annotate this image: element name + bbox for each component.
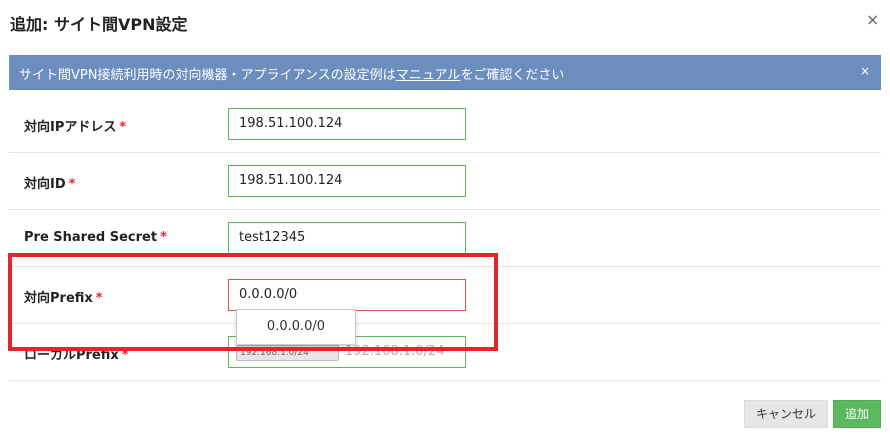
remote-id-label: 対向ID *	[24, 173, 75, 192]
required-mark: *	[121, 348, 129, 363]
add-button[interactable]: 追加	[833, 400, 881, 428]
form-row-pre-shared-secret: Pre Shared Secret * test12345	[9, 209, 881, 267]
local-prefix-label: ローカルPrefix *	[24, 344, 129, 363]
pre-shared-secret-input[interactable]: test12345	[228, 222, 466, 254]
form-row-remote-id: 対向ID * 198.51.100.124	[9, 152, 881, 210]
local-prefix-tag[interactable]: 192.168.1.0/24	[236, 345, 339, 361]
remote-ip-label: 対向IPアドレス *	[24, 116, 126, 135]
remote-ip-label-text: 対向IPアドレス	[24, 120, 117, 135]
form-row-remote-prefix: 対向Prefix * 0.0.0.0/0	[9, 266, 881, 324]
remote-id-input[interactable]: 198.51.100.124	[228, 165, 466, 197]
pre-shared-secret-label: Pre Shared Secret *	[24, 230, 167, 245]
remote-prefix-label-text: 対向Prefix	[24, 291, 93, 306]
dialog-title: 追加: サイト間VPN設定	[10, 15, 188, 34]
info-banner: サイト間VPN接続利用時の対向機器・アプライアンスの設定例はマニュアルをご確認く…	[9, 55, 881, 90]
manual-link[interactable]: マニュアル	[396, 68, 461, 83]
close-icon[interactable]: ×	[866, 10, 879, 29]
remote-ip-input[interactable]: 198.51.100.124	[228, 108, 466, 140]
required-mark: *	[119, 120, 127, 135]
remote-prefix-label: 対向Prefix *	[24, 287, 103, 306]
banner-text-after: をご確認ください	[460, 68, 565, 83]
required-mark: *	[160, 230, 167, 245]
banner-text-before: サイト間VPN接続利用時の対向機器・アプライアンスの設定例は	[19, 68, 396, 83]
banner-text: サイト間VPN接続利用時の対向機器・アプライアンスの設定例はマニュアルをご確認く…	[19, 64, 564, 83]
local-prefix-placeholder: 192.168.1.0/24	[345, 344, 445, 359]
remote-prefix-input[interactable]: 0.0.0.0/0	[228, 279, 466, 311]
form-row-remote-ip: 対向IPアドレス * 198.51.100.124	[9, 95, 881, 153]
cancel-button[interactable]: キャンセル	[744, 400, 828, 428]
autocomplete-suggestion[interactable]: 0.0.0.0/0	[236, 309, 356, 345]
form-row-local-prefix: ローカルPrefix * 192.168.1.0/24 192.168.1.0/2…	[9, 323, 881, 381]
pre-shared-secret-label-text: Pre Shared Secret	[24, 230, 158, 245]
banner-close-icon[interactable]: ×	[860, 64, 870, 78]
required-mark: *	[68, 177, 76, 192]
required-mark: *	[95, 291, 103, 306]
remote-id-label-text: 対向ID	[24, 177, 66, 192]
local-prefix-label-text: ローカルPrefix	[24, 348, 119, 363]
